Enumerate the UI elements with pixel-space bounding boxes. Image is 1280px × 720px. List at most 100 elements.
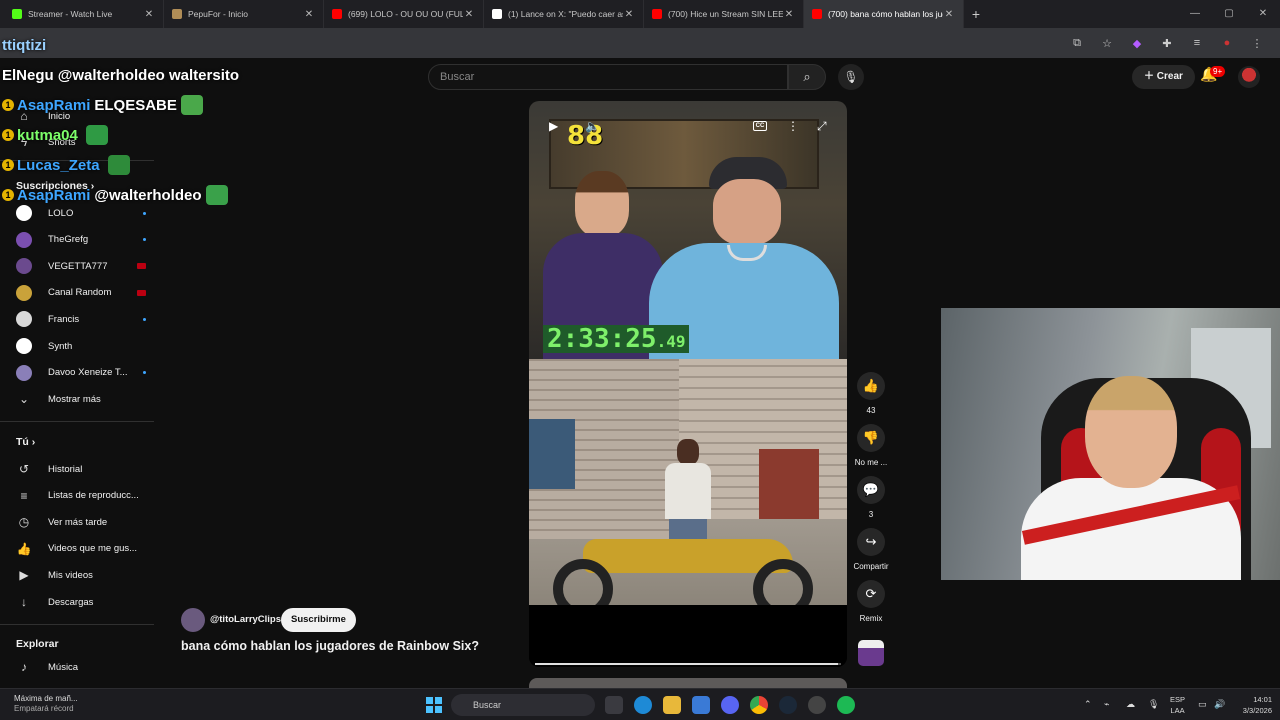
browser-tab[interactable]: Streamer - Watch Live ✕ bbox=[4, 0, 164, 28]
playlist-icon: ≡ bbox=[20, 488, 28, 503]
steam-icon[interactable] bbox=[779, 696, 797, 714]
browser-tab[interactable]: (700) bana cómo hablan los jug ✕ bbox=[804, 0, 964, 28]
new-content-dot bbox=[143, 211, 146, 215]
sidebar-item-explore[interactable]: ♪ Música bbox=[16, 657, 146, 677]
share-button[interactable]: ↪ Compartir bbox=[852, 528, 890, 571]
you-heading[interactable]: Tú › bbox=[16, 436, 35, 448]
chat-username: ElNegu bbox=[2, 66, 54, 84]
fullscreen-icon[interactable]: ⤢ bbox=[817, 119, 827, 134]
tab-close-icon[interactable]: ✕ bbox=[783, 9, 795, 20]
tab-favicon-icon bbox=[492, 9, 502, 19]
spotify-icon[interactable] bbox=[837, 696, 855, 714]
sidebar-item-you[interactable]: ◷ Ver más tarde bbox=[16, 512, 146, 532]
account-avatar[interactable] bbox=[1238, 66, 1260, 88]
discord-icon[interactable] bbox=[721, 696, 739, 714]
chat-text: ELQESABE bbox=[94, 96, 177, 114]
like-button[interactable]: 👍 43 bbox=[852, 372, 890, 415]
sidebar-item-you[interactable]: 👍 Videos que me gus... bbox=[16, 539, 146, 559]
maximize-icon[interactable]: ▢ bbox=[1212, 0, 1246, 28]
sidebar-subscription[interactable]: Canal Random bbox=[16, 283, 146, 303]
sidebar-item-label: Davoo Xeneize T... bbox=[48, 367, 128, 379]
new-tab-button[interactable]: + bbox=[964, 6, 988, 22]
weather-title: Máxima de mañ... bbox=[14, 694, 78, 703]
sidebar-subscription[interactable]: TheGrefg bbox=[16, 230, 146, 250]
extension-icon[interactable]: ◆ bbox=[1126, 32, 1148, 54]
minimize-icon[interactable]: — bbox=[1178, 0, 1212, 28]
sound-channel-thumbnail[interactable] bbox=[858, 640, 884, 666]
weather-widget[interactable]: Máxima de mañ... Empatará récord bbox=[14, 694, 78, 714]
volume-tray-icon[interactable]: 🔊 bbox=[1214, 699, 1225, 710]
tab-close-icon[interactable]: ✕ bbox=[303, 9, 315, 20]
comments-button[interactable]: 💬 3 bbox=[852, 476, 890, 519]
display-icon[interactable]: ▭ bbox=[1198, 699, 1207, 710]
windows-taskbar: Máxima de mañ... Empatará récord Buscar … bbox=[0, 688, 1280, 720]
sidebar-item-label: Listas de reproducc... bbox=[48, 490, 139, 502]
tab-close-icon[interactable]: ✕ bbox=[463, 9, 475, 20]
chat-badge: 1 bbox=[2, 159, 14, 171]
network-icon[interactable]: ⌁ bbox=[1104, 699, 1109, 710]
clock-time: 14:01 bbox=[1253, 695, 1272, 704]
obs-icon[interactable] bbox=[808, 696, 826, 714]
install-icon[interactable]: ⧉ bbox=[1066, 32, 1088, 54]
browser-tab[interactable]: (700) Hice un Stream SIN LEER ✕ bbox=[644, 0, 804, 28]
shorts-player[interactable]: 88 ▶ 🔈 CC ⋮ ⤢ 2:33:25.49 bbox=[529, 101, 847, 667]
channel-avatar[interactable] bbox=[181, 608, 205, 632]
remix-button[interactable]: ⟳ Remix bbox=[852, 580, 890, 623]
sidebar-item-you[interactable]: ▶ Mis videos bbox=[16, 565, 146, 585]
browser-tab[interactable]: PepuFor - Inicio ✕ bbox=[164, 0, 324, 28]
streamer-webcam bbox=[941, 308, 1280, 580]
create-button[interactable]: ＋ Crear bbox=[1132, 65, 1195, 89]
tab-close-icon[interactable]: ✕ bbox=[143, 9, 155, 20]
show-more-button[interactable]: ⌄ Mostrar más bbox=[16, 389, 146, 409]
captions-icon[interactable]: CC bbox=[753, 121, 767, 131]
bookmark-star-icon[interactable]: ☆ bbox=[1096, 32, 1118, 54]
profile-icon[interactable]: ● bbox=[1216, 32, 1238, 54]
sidebar-item-label: VEGETTA777 bbox=[48, 260, 108, 272]
tab-close-icon[interactable]: ✕ bbox=[623, 9, 635, 20]
dislike-button[interactable]: 👎 No me ... bbox=[852, 424, 890, 467]
browser-tab[interactable]: (1) Lance on X: "Puedo caer así ✕ bbox=[484, 0, 644, 28]
tab-title: (700) bana cómo hablan los jug bbox=[828, 9, 943, 19]
tab-close-icon[interactable]: ✕ bbox=[943, 9, 955, 20]
tray-chevron-icon[interactable]: ⌃ bbox=[1084, 699, 1092, 710]
puzzle-icon[interactable]: ✚ bbox=[1156, 32, 1178, 54]
edge-icon[interactable] bbox=[634, 696, 652, 714]
search-button[interactable]: ⌕ bbox=[788, 64, 826, 90]
language-indicator[interactable]: ESP LAA bbox=[1170, 694, 1185, 716]
volume-icon[interactable]: 🔈 bbox=[585, 119, 600, 133]
timer-fraction: .49 bbox=[656, 332, 686, 351]
weather-subtitle: Empatará récord bbox=[14, 704, 74, 713]
close-window-icon[interactable]: ✕ bbox=[1246, 0, 1280, 28]
chrome-icon[interactable] bbox=[750, 696, 768, 714]
voice-search-button[interactable]: 🎙 bbox=[838, 64, 864, 90]
cloud-icon[interactable]: ☁ bbox=[1126, 699, 1135, 710]
file-explorer-icon[interactable] bbox=[663, 696, 681, 714]
store-icon[interactable] bbox=[692, 696, 710, 714]
browser-tab[interactable]: (699) LOLO - OU OU OU (FULL ✕ bbox=[324, 0, 484, 28]
sidebar-subscription[interactable]: VEGETTA777 bbox=[16, 256, 146, 276]
sidebar-item-you[interactable]: ↓ Descargas bbox=[16, 592, 146, 612]
channel-name[interactable]: @titoLarryClips bbox=[210, 614, 281, 625]
menu-dots-icon[interactable]: ⋮ bbox=[1246, 32, 1268, 54]
clock[interactable]: 14:01 3/3/2026 bbox=[1232, 694, 1272, 716]
remix-icon: ⟳ bbox=[857, 580, 885, 608]
play-icon[interactable]: ▶ bbox=[549, 119, 558, 133]
new-content-dot bbox=[143, 238, 146, 242]
search-input[interactable]: Buscar bbox=[428, 64, 788, 90]
sidebar-subscription[interactable]: Davoo Xeneize T... bbox=[16, 363, 146, 383]
sidebar-subscription[interactable]: Synth bbox=[16, 336, 146, 356]
windows-start-icon[interactable] bbox=[426, 697, 442, 713]
new-content-dot bbox=[143, 317, 146, 321]
sidebar-item-you[interactable]: ↺ Historial bbox=[16, 459, 146, 479]
media-icon[interactable]: ≡ bbox=[1186, 32, 1208, 54]
progress-bar[interactable] bbox=[535, 663, 841, 665]
mic-tray-icon[interactable]: 🎙 bbox=[1148, 699, 1159, 710]
more-options-icon[interactable]: ⋮ bbox=[787, 119, 799, 133]
sidebar-item-you[interactable]: ≡ Listas de reproducc... bbox=[16, 486, 146, 506]
player-bottom bbox=[529, 605, 847, 667]
like-count: 43 bbox=[866, 406, 876, 415]
sidebar-subscription[interactable]: Francis bbox=[16, 309, 146, 329]
task-view-icon[interactable] bbox=[605, 696, 623, 714]
subscribe-button[interactable]: Suscribirme bbox=[281, 608, 356, 632]
taskbar-search[interactable]: Buscar bbox=[451, 694, 595, 716]
